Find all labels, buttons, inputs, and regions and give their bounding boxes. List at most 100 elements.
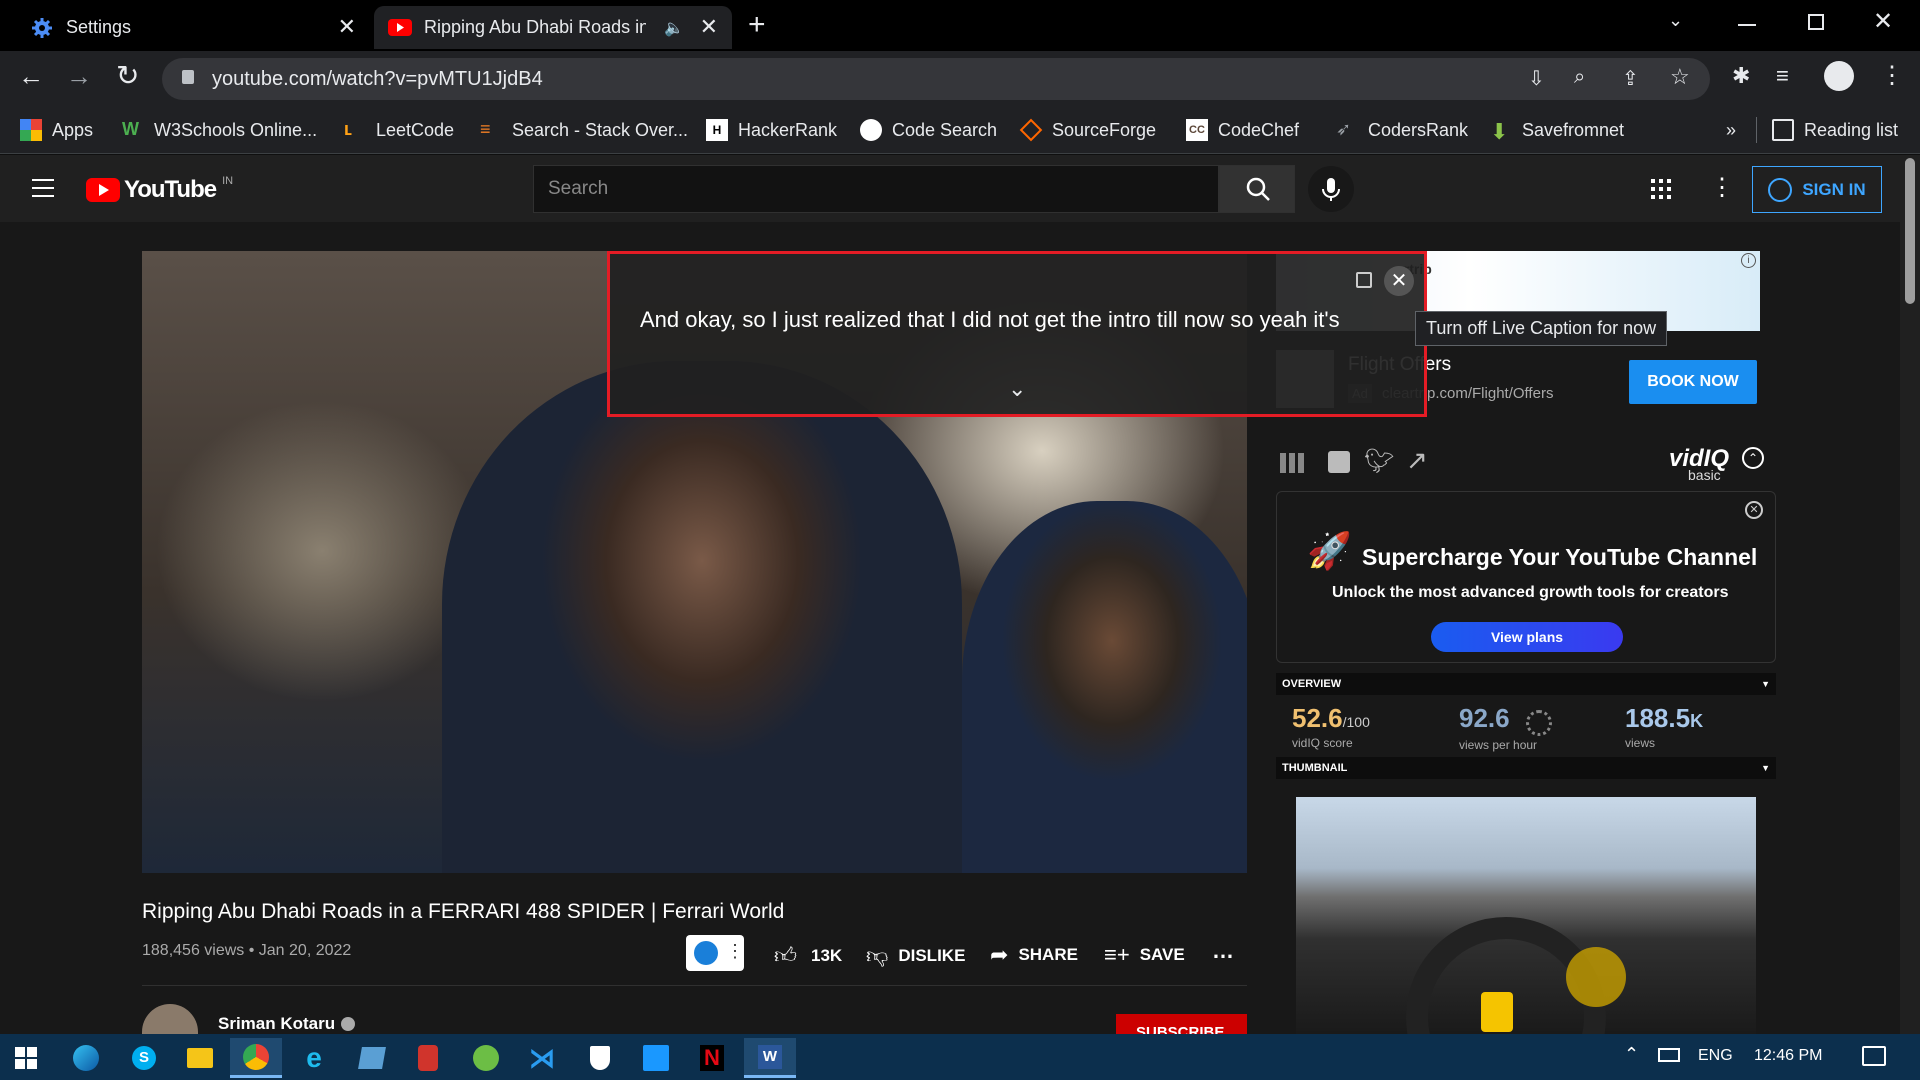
live-caption-box: And okay, so I just realized that I did … — [607, 251, 1427, 417]
search-button[interactable] — [1219, 165, 1295, 213]
settings-menu-icon[interactable]: ⋮ — [1710, 173, 1734, 202]
vidiq-badge-button[interactable]: ⋮ — [686, 935, 744, 971]
speaker-icon[interactable]: 🔈 — [664, 18, 684, 38]
grid-icon[interactable] — [1280, 453, 1304, 473]
tab-settings[interactable]: Settings ✕ — [12, 6, 370, 49]
bookmark-apps[interactable]: Apps — [20, 117, 93, 143]
vscode-app[interactable]: ⋊ — [516, 1038, 568, 1078]
input-language[interactable]: ENG — [1698, 1047, 1733, 1065]
bookmark-savefromnet[interactable]: ⬇ Savefromnet — [1490, 117, 1624, 144]
reload-button[interactable]: ↻ — [116, 59, 139, 92]
close-promo-icon[interactable]: ✕ — [1745, 501, 1763, 519]
book-now-button[interactable]: BOOK NOW — [1629, 360, 1757, 404]
security-app[interactable] — [574, 1038, 626, 1078]
save-button[interactable]: ≡+ SAVE — [1104, 942, 1185, 968]
zoom-icon[interactable]: ⌕ — [1574, 66, 1585, 89]
codersrank-icon: ➶ — [1336, 119, 1352, 139]
app-pinned-1[interactable] — [346, 1038, 398, 1078]
bookmark-codersrank[interactable]: ➶ CodersRank — [1336, 117, 1468, 143]
divider — [1756, 117, 1757, 143]
clock[interactable]: 12:46 PM — [1754, 1047, 1822, 1065]
expand-caption-icon[interactable]: ⌄ — [1008, 376, 1026, 402]
extensions-icon[interactable]: ✱ — [1732, 63, 1750, 89]
search-icon — [1246, 177, 1270, 201]
bookmark-sourceforge[interactable]: SourceForge — [1019, 117, 1156, 143]
country-code: IN — [222, 175, 234, 187]
app-pinned-2[interactable] — [402, 1038, 454, 1078]
subscribe-button[interactable]: SUBSCRIBE — [1116, 1014, 1247, 1034]
twitter-icon[interactable]: 🐦︎ — [1364, 447, 1394, 476]
bookmark-hackerrank[interactable]: H HackerRank — [706, 117, 837, 143]
overview-header[interactable]: OVERVIEW ▼ — [1276, 673, 1776, 695]
open-caption-settings-icon[interactable] — [1356, 272, 1372, 288]
apps-grid-icon[interactable] — [1651, 179, 1671, 199]
dislike-button[interactable]: 👎︎ DISLIKE — [866, 942, 965, 969]
scrollbar-thumb[interactable] — [1905, 158, 1915, 304]
more-actions-icon[interactable]: … — [1212, 938, 1234, 964]
forward-button[interactable]: → — [66, 61, 92, 92]
voice-search-button[interactable] — [1308, 166, 1354, 212]
skype-app[interactable]: S — [118, 1038, 170, 1078]
share-button[interactable]: ➦ SHARE — [990, 942, 1078, 968]
youtube-logo-text: YouTube — [124, 176, 217, 203]
bookmark-leetcode[interactable]: ʟ LeetCode — [344, 117, 454, 143]
thumbnail-header[interactable]: THUMBNAIL ▼ — [1276, 757, 1776, 779]
media-control-icon[interactable]: ≡ — [1776, 63, 1789, 89]
edge-app[interactable] — [60, 1038, 112, 1078]
share-arrow-icon: ➦ — [990, 942, 1009, 967]
window-close-button[interactable]: ✕ — [1873, 7, 1893, 36]
app-pinned-3[interactable] — [460, 1038, 512, 1078]
notification-center-icon[interactable] — [1862, 1046, 1886, 1066]
show-hidden-icons-icon[interactable]: ⌃ — [1624, 1044, 1639, 1065]
battery-icon[interactable] — [1658, 1048, 1680, 1062]
hamburger-menu-icon[interactable] — [32, 179, 54, 197]
tab-search-icon[interactable]: ⌄ — [1668, 10, 1683, 31]
internet-explorer-app[interactable]: e — [288, 1038, 340, 1078]
bookmark-codechef[interactable]: CC CodeChef — [1186, 117, 1299, 143]
close-icon[interactable]: ✕ — [700, 16, 718, 38]
torrent-icon — [473, 1045, 499, 1071]
trending-icon[interactable]: ↗ — [1406, 445, 1428, 476]
reading-list-button[interactable]: Reading list — [1772, 117, 1898, 143]
search-input[interactable]: Search — [533, 165, 1219, 213]
file-explorer-app[interactable] — [174, 1038, 226, 1078]
minimize-button[interactable] — [1738, 10, 1756, 26]
dropdown-arrow-icon: ▼ — [1761, 763, 1770, 773]
view-plans-button[interactable]: View plans — [1431, 622, 1623, 652]
netflix-app[interactable]: N — [686, 1038, 738, 1078]
start-button[interactable] — [0, 1038, 52, 1078]
gear-icon — [32, 17, 52, 38]
stats-icon[interactable] — [1328, 451, 1350, 473]
github-icon — [860, 119, 882, 141]
install-icon[interactable]: ⇩ — [1528, 66, 1545, 91]
back-button[interactable]: ← — [18, 61, 44, 92]
chrome-app[interactable] — [230, 1038, 282, 1078]
chrome-menu-icon[interactable]: ⋮ — [1880, 61, 1904, 90]
word-app[interactable]: W — [744, 1038, 796, 1078]
profile-icon[interactable] — [1824, 61, 1854, 91]
dashboard-gauge — [1566, 947, 1626, 1007]
youtube-logo[interactable]: YouTube IN — [86, 175, 234, 204]
collapse-icon[interactable]: ⌃ — [1742, 447, 1764, 469]
address-bar[interactable]: youtube.com/watch?v=pvMTU1JjdB4 ⇩ ⌕ ⇪ ☆ — [162, 58, 1710, 100]
share-icon[interactable]: ⇪ — [1622, 66, 1639, 91]
channel-name[interactable]: Sriman Kotaru — [218, 1014, 356, 1034]
restore-button[interactable] — [1808, 14, 1824, 30]
bookmark-w3schools[interactable]: W W3Schools Online... — [122, 117, 317, 143]
bookmark-stackoverflow[interactable]: ≡ Search - Stack Over... — [480, 117, 688, 143]
tab-youtube[interactable]: Ripping Abu Dhabi Roads in 🔈 ✕ — [374, 6, 732, 49]
like-button[interactable]: 👍︎ 13K — [774, 942, 842, 969]
prime-video-app[interactable] — [630, 1038, 682, 1078]
lock-icon — [182, 70, 194, 84]
bookmark-star-icon[interactable]: ☆ — [1670, 64, 1690, 90]
bookmark-code-search[interactable]: Code Search — [860, 117, 997, 143]
new-tab-button[interactable]: + — [748, 8, 766, 42]
ad-info-icon[interactable]: i — [1741, 253, 1756, 268]
more-bookmarks-button[interactable]: » — [1726, 117, 1736, 143]
sign-in-button[interactable]: SIGN IN — [1752, 166, 1882, 213]
app-icon — [418, 1045, 438, 1071]
vidiq-plan: basic — [1688, 467, 1721, 483]
close-caption-button[interactable]: ✕ — [1384, 266, 1414, 296]
youtube-logo-icon — [86, 178, 120, 202]
close-icon[interactable]: ✕ — [338, 16, 356, 38]
